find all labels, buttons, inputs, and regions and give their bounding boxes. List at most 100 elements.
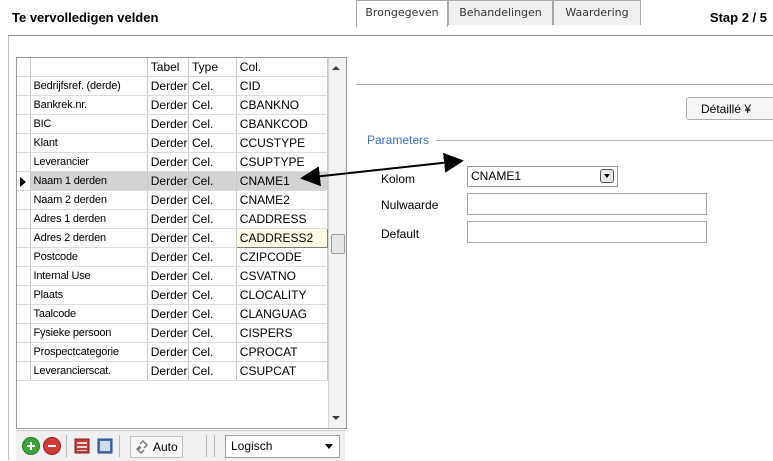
cell-tabel[interactable]: Derder [147,95,190,115]
cell-type[interactable]: Cel. [188,95,237,115]
table-row[interactable]: Klant Derder Cel. CCUSTYPE [17,133,329,153]
cell-tabel[interactable]: Derder [147,114,190,134]
cell-tabel[interactable]: Derder [147,209,190,229]
cell-tabel[interactable]: Derder [147,152,190,172]
nulwaarde-field[interactable] [467,193,707,215]
cell-col-editing[interactable]: CADDRESS2 [235,228,329,248]
row-selector[interactable] [17,171,31,191]
cell-col[interactable]: CPROCAT [236,342,329,362]
row-selector[interactable] [17,323,31,343]
cell-tabel[interactable]: Derder [147,190,190,210]
table-row[interactable]: Adres 1 derden Derder Cel. CADDRESS [17,209,329,229]
table-row[interactable]: Internal Use Derder Cel. CSVATNO [17,266,329,286]
table-row[interactable]: Leverancier Derder Cel. CSUPTYPE [17,152,329,172]
cell-type[interactable]: Cel. [188,228,237,248]
cell-description[interactable]: Fysieke persoon [30,323,148,343]
kolom-select[interactable]: CNAME1 [467,166,618,187]
row-selector[interactable] [17,247,31,267]
cell-col[interactable]: CID [236,76,329,96]
cell-description[interactable]: Leverancier [30,152,148,172]
cell-description[interactable]: Leverancierscat. [30,361,148,381]
cell-description[interactable]: Klant [30,133,148,153]
cell-col[interactable]: CBANKCOD [236,114,329,134]
cell-type[interactable]: Cel. [188,304,237,324]
row-selector[interactable] [17,285,31,305]
cell-tabel[interactable]: Derder [147,323,190,343]
cell-col[interactable]: CNAME1 [236,171,329,191]
cell-type[interactable]: Cel. [188,133,237,153]
table-row[interactable]: Postcode Derder Cel. CZIPCODE [17,247,329,267]
cell-col[interactable]: CCUSTYPE [236,133,329,153]
table-row[interactable]: Adres 2 derden Derder Cel. CADDRESS2 [17,228,329,248]
grid-vertical-scrollbar[interactable] [328,58,346,428]
column-header-col[interactable]: Col. [236,58,329,77]
cell-col[interactable]: CNAME2 [236,190,329,210]
cell-description[interactable]: Naam 1 derden [30,171,148,191]
cell-tabel[interactable]: Derder [147,285,190,305]
tab-brongegeven[interactable]: Brongegeven [356,0,448,27]
cell-type[interactable]: Cel. [188,76,237,96]
cell-tabel[interactable]: Derder [147,266,190,286]
cell-col[interactable]: CADDRESS [236,209,329,229]
cell-col[interactable]: CLOCALITY [236,285,329,305]
cell-col[interactable]: CSUPTYPE [236,152,329,172]
add-row-icon[interactable] [22,437,40,455]
table-row[interactable]: Taalcode Derder Cel. CLANGUAG [17,304,329,324]
cell-tabel[interactable]: Derder [147,361,190,381]
row-selector[interactable] [17,152,31,172]
cell-description[interactable]: Postcode [30,247,148,267]
cell-col[interactable]: CZIPCODE [236,247,329,267]
table-row[interactable]: Naam 1 derden Derder Cel. CNAME1 [17,171,329,191]
row-selector[interactable] [17,76,31,96]
cell-col[interactable]: CSVATNO [236,266,329,286]
table-row[interactable]: Leverancierscat. Derder Cel. CSUPCAT [17,361,329,381]
cell-col[interactable]: CBANKNO [236,95,329,115]
row-selector[interactable] [17,190,31,210]
cell-tabel[interactable]: Derder [147,304,190,324]
cell-tabel[interactable]: Derder [147,247,190,267]
cell-tabel[interactable]: Derder [147,133,190,153]
cell-type[interactable]: Cel. [188,361,237,381]
cell-description[interactable]: Naam 2 derden [30,190,148,210]
table-row[interactable]: Fysieke persoon Derder Cel. CISPERS [17,323,329,343]
cell-description[interactable]: Adres 2 derden [30,228,148,248]
cell-type[interactable]: Cel. [188,342,237,362]
table-row[interactable]: Plaats Derder Cel. CLOCALITY [17,285,329,305]
tab-behandelingen[interactable]: Behandelingen [448,0,553,25]
cell-type[interactable]: Cel. [188,247,237,267]
cell-type[interactable]: Cel. [188,171,237,191]
row-selector[interactable] [17,361,31,381]
scroll-up-arrow-icon[interactable] [332,66,340,70]
table-row[interactable]: Naam 2 derden Derder Cel. CNAME2 [17,190,329,210]
red-table-icon[interactable] [73,437,91,455]
cell-type[interactable]: Cel. [188,323,237,343]
cell-description[interactable]: Bedrijfsref. (derde) [30,76,148,96]
auto-button[interactable]: Auto [130,436,183,458]
column-header-type[interactable]: Type [188,58,237,77]
cell-description[interactable]: Taalcode [30,304,148,324]
row-selector[interactable] [17,342,31,362]
row-selector[interactable] [17,133,31,153]
row-selector[interactable] [17,95,31,115]
cell-col[interactable]: CISPERS [236,323,329,343]
cell-tabel[interactable]: Derder [147,342,190,362]
cell-description[interactable]: BIC [30,114,148,134]
row-selector[interactable] [17,209,31,229]
cell-description[interactable]: Internal Use [30,266,148,286]
cell-col[interactable]: CSUPCAT [236,361,329,381]
row-selector[interactable] [17,228,31,248]
remove-row-icon[interactable] [43,437,61,455]
cell-tabel[interactable]: Derder [147,171,190,191]
row-selector[interactable] [17,266,31,286]
cell-description[interactable]: Bankrek.nr. [30,95,148,115]
cell-type[interactable]: Cel. [188,266,237,286]
table-row[interactable]: Bankrek.nr. Derder Cel. CBANKNO [17,95,329,115]
cell-col[interactable]: CLANGUAG [236,304,329,324]
tab-waardering[interactable]: Waardering [553,0,641,25]
table-row[interactable]: Prospectcategorie Derder Cel. CPROCAT [17,342,329,362]
table-row[interactable]: BIC Derder Cel. CBANKCOD [17,114,329,134]
cell-type[interactable]: Cel. [188,285,237,305]
cell-type[interactable]: Cel. [188,114,237,134]
column-header-description[interactable] [30,58,148,77]
mode-select[interactable]: Logisch [225,435,340,458]
